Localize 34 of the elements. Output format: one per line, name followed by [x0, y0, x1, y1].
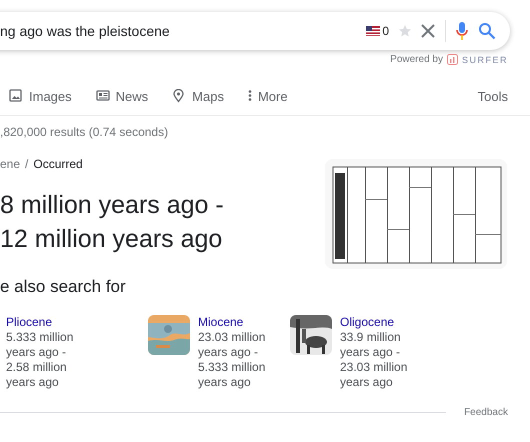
tab[interactable]: Images: [29, 88, 72, 104]
feedback-link[interactable]: Feedback: [464, 407, 508, 418]
breadcrumb-separator: /: [25, 157, 28, 171]
powered-by-label: Powered by: [390, 54, 443, 65]
image-icon: [9, 89, 23, 103]
search-query[interactable]: ng ago was the pleistocene: [0, 23, 366, 39]
result-link[interactable]: Miocene: [198, 315, 280, 330]
answer-text: 12 million years ago: [0, 224, 224, 255]
newspaper-icon: [96, 89, 110, 103]
flag-icon: [366, 26, 380, 36]
counter: 0: [382, 24, 389, 38]
more-icon: [248, 89, 252, 103]
section-heading: e also search for: [0, 277, 127, 297]
tab[interactable]: More: [258, 88, 288, 104]
answer-text: 8 million years ago -: [0, 190, 225, 221]
result-description: 23.03 million years ago - 5.333 million years ago: [198, 330, 266, 390]
map-pin-icon: [172, 89, 186, 103]
microphone-icon[interactable]: [456, 22, 468, 40]
tab[interactable]: Maps: [192, 88, 224, 104]
search-box[interactable]: ng ago was the pleistocene 0: [0, 12, 510, 50]
tools-button[interactable]: Tools: [478, 88, 508, 104]
result-link[interactable]: Pliocene: [6, 315, 88, 330]
result-description: 33.9 million years ago - 23.03 million years ago: [340, 330, 408, 390]
brand-name: SURFER: [462, 54, 508, 64]
result-stats: ,820,000 results (0.74 seconds): [0, 125, 168, 139]
result-link[interactable]: Oligocene: [340, 315, 422, 330]
tab[interactable]: News: [116, 88, 148, 104]
breadcrumb-link[interactable]: ene: [0, 157, 20, 171]
result-description: 5.333 million years ago - 2.58 million years ago: [6, 330, 74, 390]
search-icon[interactable]: [478, 22, 496, 40]
logo-icon: [446, 54, 458, 65]
close-icon[interactable]: [421, 24, 435, 38]
star-icon[interactable]: [399, 25, 411, 37]
breadcrumb-current: Occurred: [33, 157, 83, 171]
